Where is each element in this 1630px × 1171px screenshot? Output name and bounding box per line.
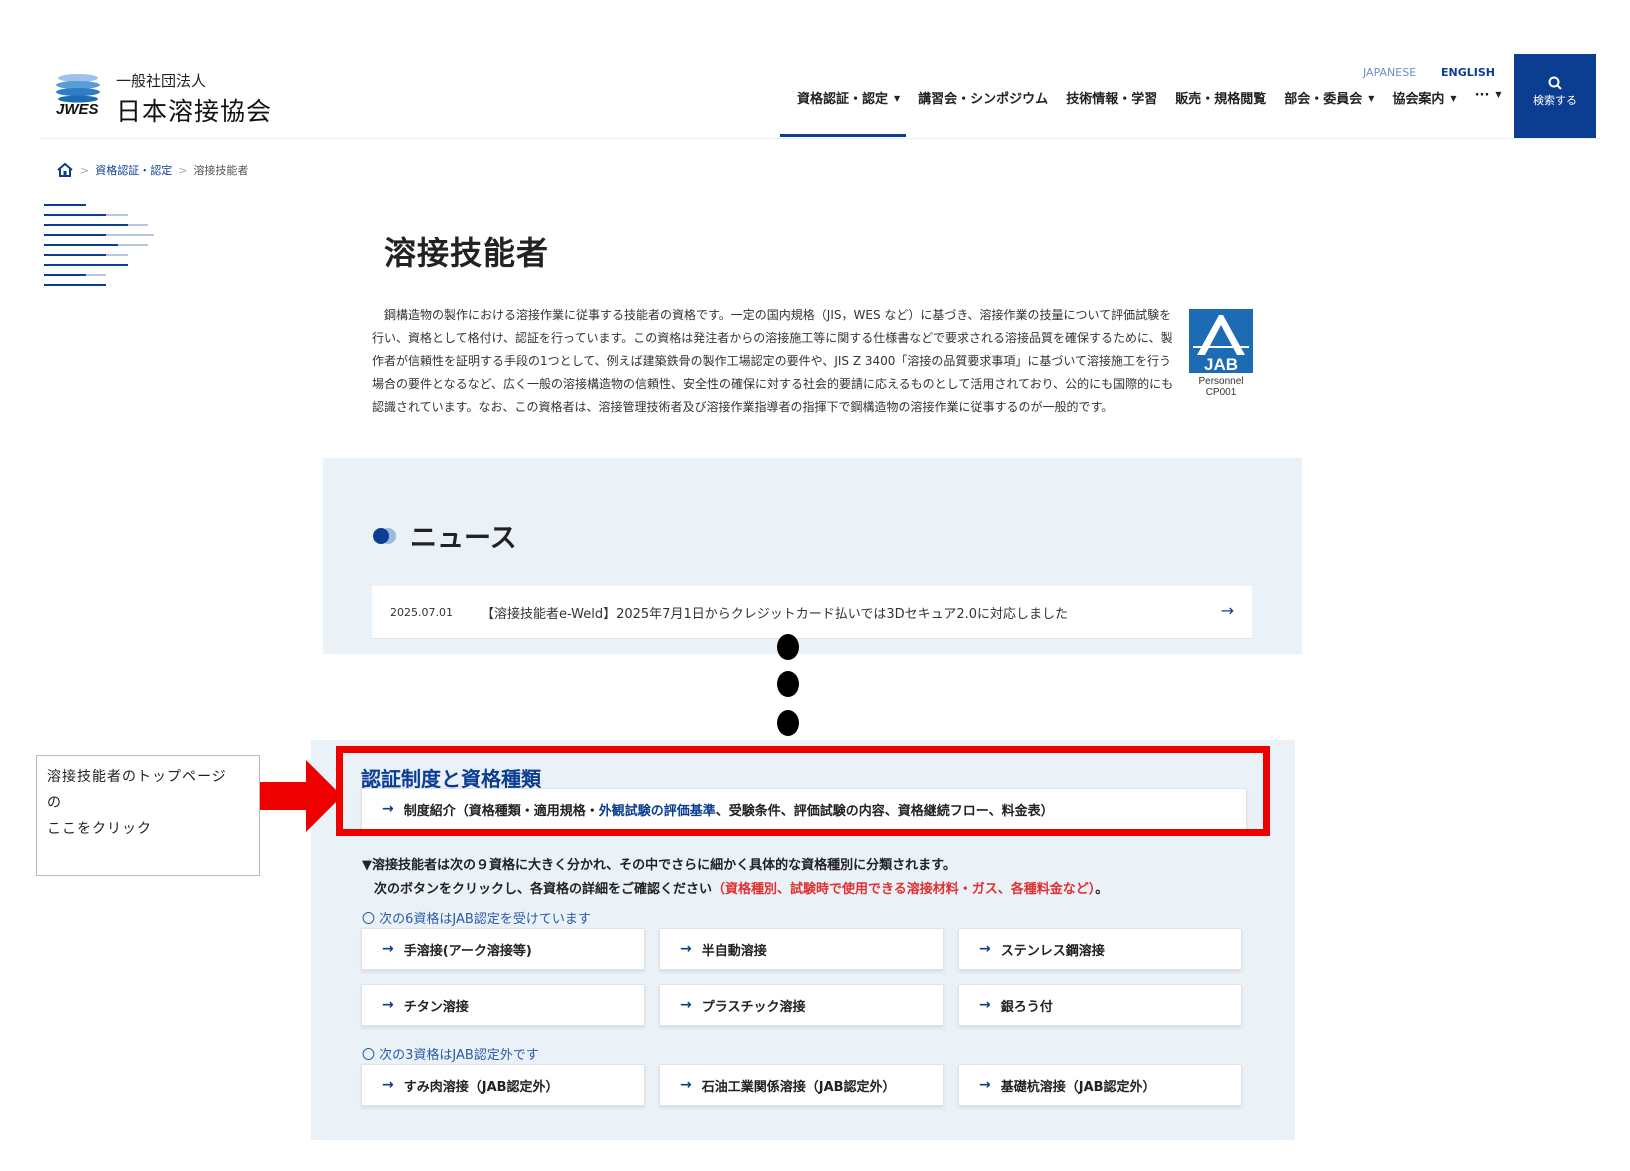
fillet-welding-button[interactable]: → すみ肉溶接（JAB認定外） <box>361 1064 645 1106</box>
button-label: チタン溶接 <box>403 999 469 1015</box>
nav-label: 講習会・シンポジウム <box>918 92 1049 107</box>
qualification-note-2: 次のボタンをクリックし、各資格の詳細をご確認ください（資格種別、試験時で使用でき… <box>374 878 1108 897</box>
nav-label: 部会・委員会 <box>1284 92 1363 107</box>
nav-label: 協会案内 <box>1392 92 1445 107</box>
logo-subtitle: 一般社団法人 <box>116 72 207 90</box>
jab-line1: Personnel <box>1198 376 1243 387</box>
svg-text:JAB: JAB <box>1204 355 1238 374</box>
arrow-right-icon: → <box>979 941 991 957</box>
news-item[interactable]: 2025.07.01 【溶接技能者e-Weld】2025年7月1日からクレジット… <box>372 586 1252 639</box>
arrow-right-icon: → <box>680 1077 692 1093</box>
ellipsis-dot <box>777 671 799 697</box>
breadcrumb: > 資格認証・認定 > 溶接技能者 <box>56 162 248 178</box>
jwes-logo-mark[interactable]: JWES <box>56 68 106 116</box>
red-arrow-right-icon <box>260 760 342 832</box>
qualification-note-1: ▼溶接技能者は次の９資格に大きく分かれ、その中でさらに細かく具体的な資格種別に分… <box>362 858 956 873</box>
jab-line2: CP001 <box>1206 387 1237 398</box>
search-button[interactable]: 検索する <box>1514 54 1596 138</box>
button-label: 手溶接(アーク溶接等) <box>403 943 532 959</box>
header-divider <box>40 138 1600 139</box>
breadcrumb-current: 溶接技能者 <box>193 164 249 177</box>
arrow-right-icon: → <box>680 941 692 957</box>
note2-text: 次のボタンをクリックし、各資格の詳細をご確認ください <box>374 882 713 897</box>
button-label: すみ肉溶接（JAB認定外） <box>403 1079 559 1095</box>
nav-item-seminar[interactable]: 講習会・シンポジウム <box>909 88 1057 107</box>
plastic-welding-button[interactable]: → プラスチック溶接 <box>659 984 944 1026</box>
ellipsis-dot <box>777 710 799 736</box>
svg-text:JWES: JWES <box>56 101 99 116</box>
arrow-right-icon: → <box>382 997 394 1013</box>
nav-item-committee[interactable]: 部会・委員会 ▼ <box>1275 88 1383 107</box>
button-label: 石油工業関係溶接（JAB認定外） <box>701 1079 896 1095</box>
button-label: プラスチック溶接 <box>701 999 806 1015</box>
button-label: 基礎杭溶接（JAB認定外） <box>1000 1079 1156 1095</box>
caret-down-icon: ▼ <box>894 94 901 103</box>
arrow-right-icon: → <box>979 997 991 1013</box>
arrow-right-icon: → <box>979 1077 991 1093</box>
petroleum-welding-button[interactable]: → 石油工業関係溶接（JAB認定外） <box>659 1064 944 1106</box>
home-icon[interactable] <box>56 162 74 178</box>
breadcrumb-separator: > <box>80 163 90 177</box>
nav-label: 販売・規格閲覧 <box>1175 92 1267 107</box>
arrow-right-icon: → <box>382 1077 394 1093</box>
logo-title[interactable]: 日本溶接協会 <box>116 92 272 128</box>
jab-certified-label: 〇 次の6資格はJAB認定を受けています <box>362 912 591 927</box>
nav-item-tech-info[interactable]: 技術情報・学習 <box>1057 88 1166 107</box>
caret-down-icon: ▼ <box>1450 94 1457 103</box>
news-heading: ニュース <box>372 516 517 555</box>
nav-item-about[interactable]: 協会案内 ▼ <box>1383 88 1465 107</box>
breadcrumb-certification-link[interactable]: 資格認証・認定 <box>95 162 172 178</box>
caret-down-icon: ▼ <box>1495 90 1502 99</box>
lang-english-link[interactable]: ENGLISH <box>1441 66 1495 79</box>
manual-welding-button[interactable]: → 手溶接(アーク溶接等) <box>361 928 645 970</box>
annotation-callout: 溶接技能者のトップページ の ここをクリック <box>36 755 260 876</box>
non-jab-label: 〇 次の3資格はJAB認定外です <box>362 1048 539 1063</box>
callout-line-1: 溶接技能者のトップページ <box>47 769 227 785</box>
stainless-welding-button[interactable]: → ステンレス鋼溶接 <box>958 928 1242 970</box>
button-label: ステンレス鋼溶接 <box>1000 943 1105 959</box>
search-icon <box>1548 76 1562 90</box>
ellipsis-dot <box>777 634 799 660</box>
nav-item-sales[interactable]: 販売・規格閲覧 <box>1166 88 1275 107</box>
foundation-pile-welding-button[interactable]: → 基礎杭溶接（JAB認定外） <box>958 1064 1242 1106</box>
decorative-lines <box>44 204 154 286</box>
callout-line-2: の <box>47 795 62 811</box>
caret-down-icon: ▼ <box>1368 94 1375 103</box>
breadcrumb-separator: > <box>178 163 188 177</box>
note2-red-text: （資格種別、試験時で使用できる溶接材料・ガス、各種料金など） <box>712 882 1096 897</box>
titanium-welding-button[interactable]: → チタン溶接 <box>361 984 645 1026</box>
nav-label: 技術情報・学習 <box>1066 92 1158 107</box>
search-label: 検索する <box>1533 94 1577 107</box>
arrow-right-icon: → <box>680 997 692 1013</box>
button-label: 銀ろう付 <box>1000 999 1053 1015</box>
news-bullet-icon <box>373 527 396 544</box>
page-title: 溶接技能者 <box>384 234 550 272</box>
arrow-right-icon: → <box>1220 601 1234 620</box>
nav-active-underline <box>780 134 906 137</box>
jab-accreditation-logo: JAB Personnel CP001 <box>1189 309 1253 398</box>
intro-paragraph: 鋼構造物の製作における溶接作業に従事する技能者の資格です。一定の国内規格（JIS… <box>372 308 1174 414</box>
nav-item-more[interactable]: ··· ▼ <box>1466 88 1511 107</box>
nav-label: ··· <box>1474 88 1490 103</box>
button-label: 半自動溶接 <box>701 943 767 959</box>
news-title: 【溶接技能者e-Weld】2025年7月1日からクレジットカード払いでは3Dセキ… <box>480 606 1069 622</box>
note2-end: 。 <box>1095 882 1109 897</box>
nav-label: 資格認証・認定 <box>797 92 889 107</box>
arrow-right-icon: → <box>382 941 394 957</box>
nav-item-certification[interactable]: 資格認証・認定 ▼ <box>788 88 909 107</box>
news-heading-text: ニュース <box>410 523 517 554</box>
highlight-frame <box>336 746 1270 836</box>
semi-auto-welding-button[interactable]: → 半自動溶接 <box>659 928 944 970</box>
news-date: 2025.07.01 <box>390 605 453 619</box>
main-nav: 資格認証・認定 ▼ 講習会・シンポジウム 技術情報・学習 販売・規格閲覧 部会・委… <box>788 88 1511 107</box>
silver-brazing-button[interactable]: → 銀ろう付 <box>958 984 1242 1026</box>
lang-japanese-link[interactable]: JAPANESE <box>1363 66 1416 79</box>
callout-line-3: ここをクリック <box>47 821 152 837</box>
